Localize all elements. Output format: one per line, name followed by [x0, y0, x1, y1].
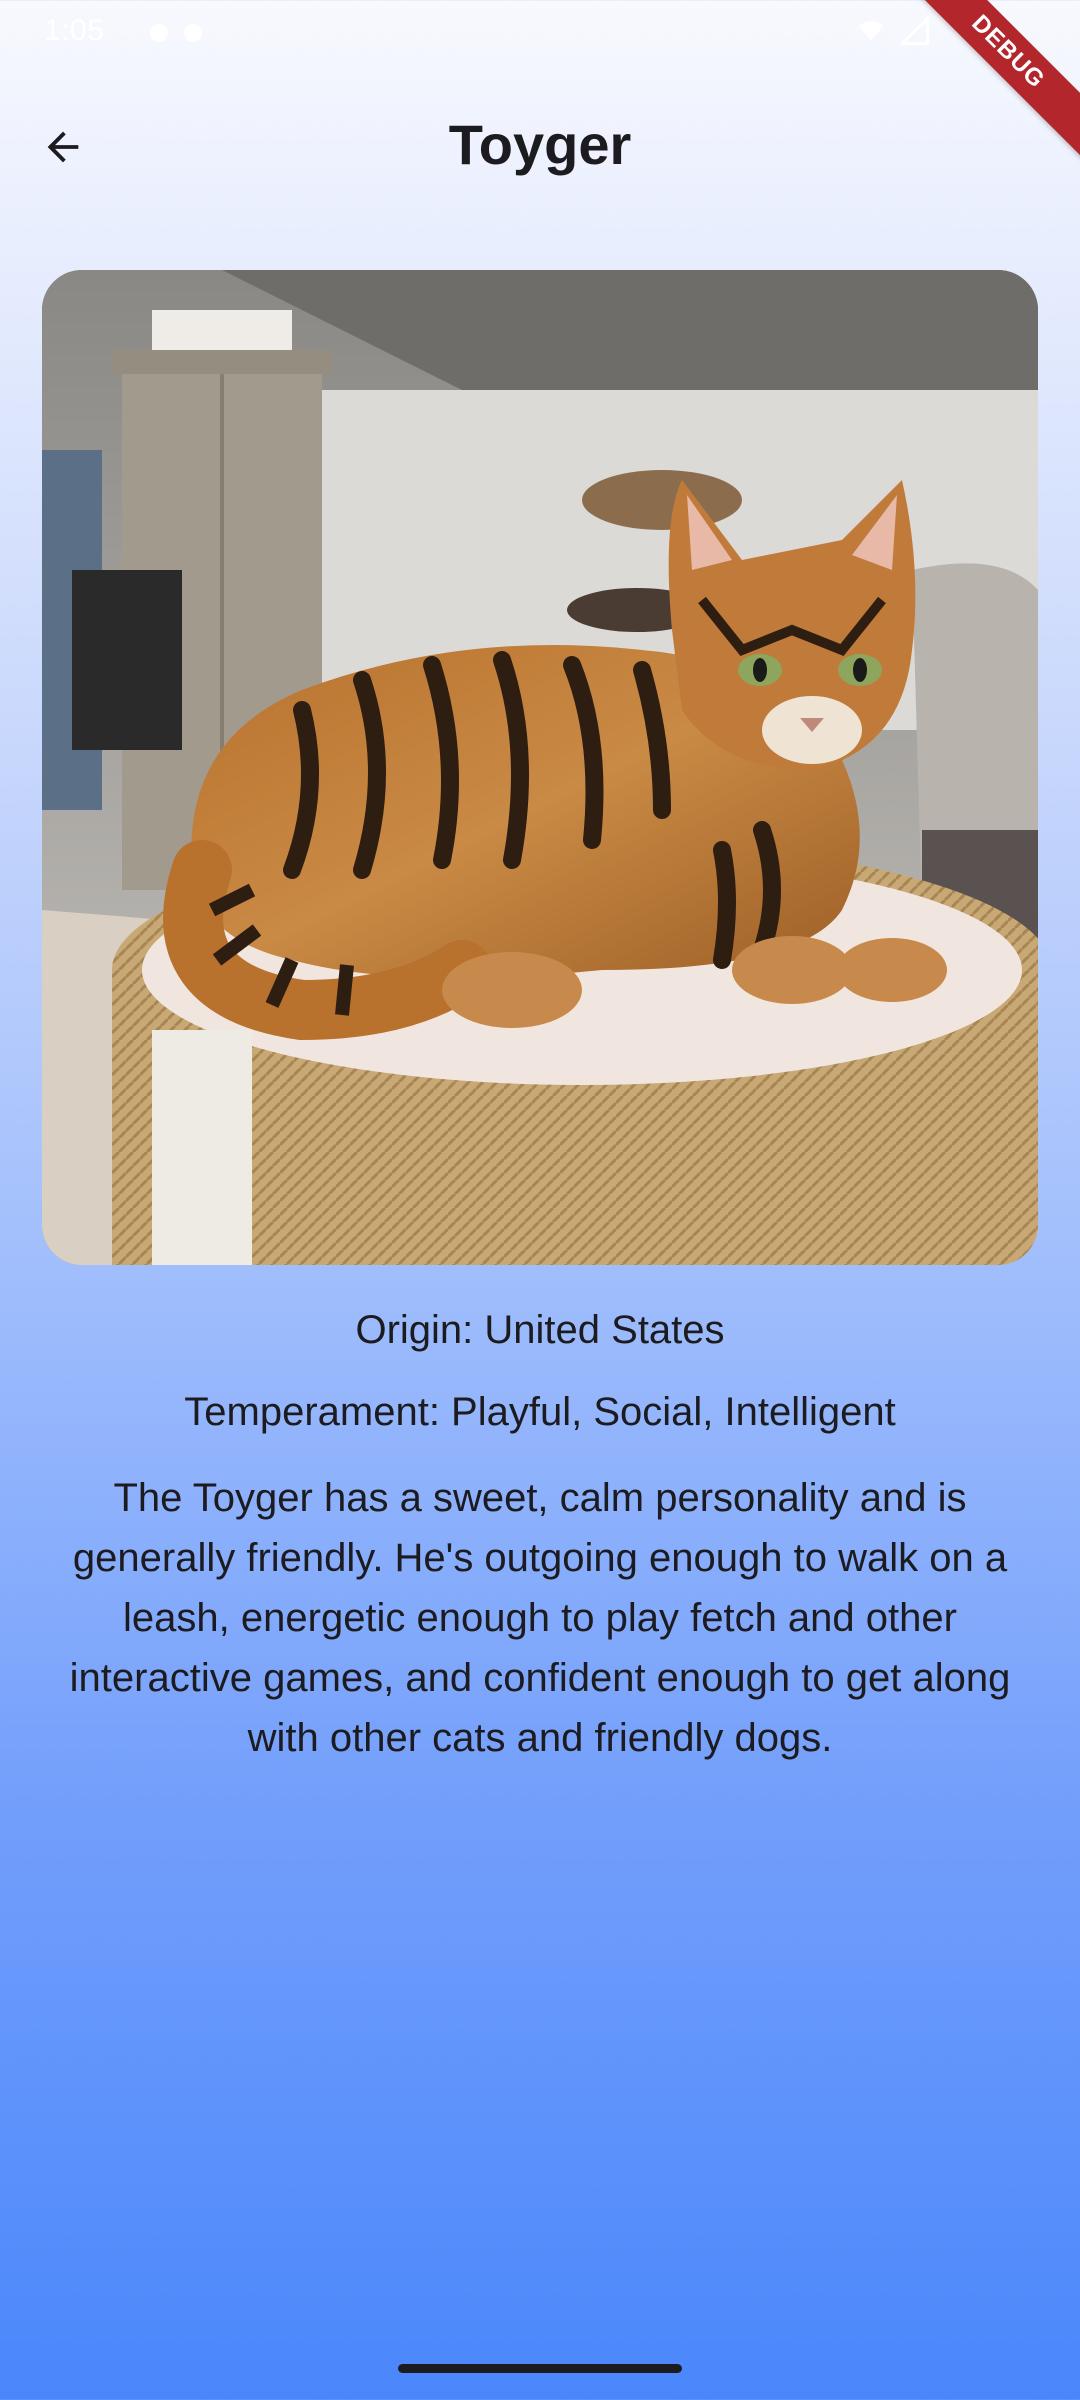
description-text: The Toyger has a sweet, calm personality…: [69, 1476, 1011, 1760]
notification-dot-icon: [184, 24, 202, 42]
gesture-handle[interactable]: [398, 2364, 682, 2373]
status-bar: 1:05: [0, 0, 1080, 66]
cat-photo: [42, 270, 1038, 1265]
temperament-text: Temperament: Playful, Social, Intelligen…: [184, 1390, 896, 1434]
page-title: Toyger: [448, 113, 632, 176]
notification-dot-icon: [150, 24, 168, 42]
breed-image: [42, 270, 1038, 1265]
status-time: 1:05: [44, 14, 105, 47]
wifi-icon: [858, 21, 884, 41]
status-icons: [856, 16, 930, 46]
signal-icon: [900, 16, 930, 46]
app-bar: Toyger: [0, 86, 1080, 206]
origin-text: Origin: United States: [355, 1308, 725, 1352]
